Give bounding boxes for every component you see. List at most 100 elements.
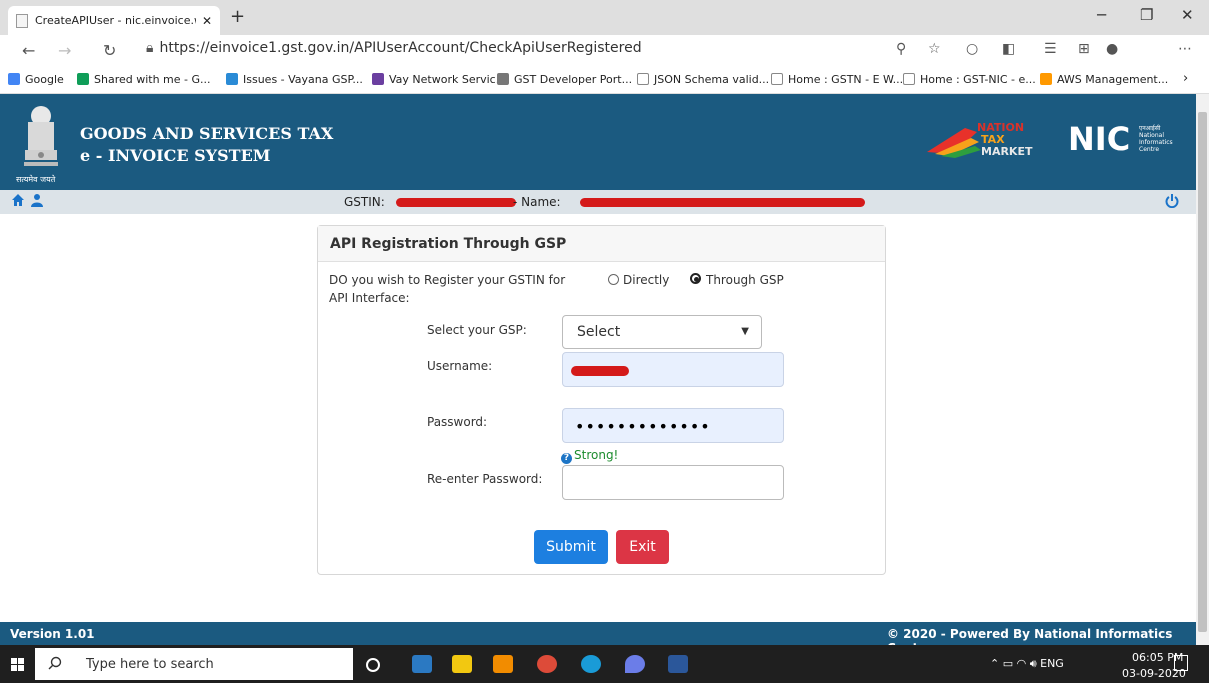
name-label: - Name: [513,195,561,209]
close-window-icon[interactable]: ✕ [1181,6,1194,24]
site-header: सत्यमेव जयते GOODS AND SERVICES TAX e - … [0,94,1196,190]
bookmark-google[interactable]: Google [8,73,64,86]
radio-through-gsp-label[interactable]: Through GSP [706,273,784,287]
register-question: DO you wish to Register your GSTIN for [329,273,566,287]
bookmark-gst-nic[interactable]: Home : GST-NIC - e... [903,73,1036,86]
taskbar-search-box[interactable]: Type here to search [35,648,353,680]
extension-icon-2[interactable]: ◧ [1002,41,1015,57]
system-tray[interactable]: ⌃ ▭ ◠ 🔊︎ ENG [990,657,1064,671]
gsp-select[interactable]: Select ▼ [562,315,762,349]
restore-icon[interactable]: ❐ [1140,6,1153,24]
app-icon-1[interactable] [412,655,432,673]
address-field[interactable]: 🔒︎ https://einvoice1.gst.gov.in/APIUserAc… [146,40,642,56]
url-text: https://einvoice1.gst.gov.in/APIUserAcco… [159,40,642,56]
panel-header: API Registration Through GSP [318,226,885,262]
bookmark-gst-developer[interactable]: GST Developer Port... [497,73,632,86]
radio-directly-label[interactable]: Directly [623,273,669,287]
svg-text:MARKET: MARKET [981,145,1033,158]
file-explorer-icon[interactable] [452,655,472,673]
home-icon[interactable] [11,193,25,207]
back-icon[interactable]: ← [22,41,35,60]
lock-icon: 🔒︎ [146,40,154,56]
password-value: ••••••••••••• [575,417,711,436]
radio-directly[interactable] [608,274,619,285]
close-tab-icon[interactable]: ✕ [202,14,212,28]
exit-button[interactable]: Exit [616,530,669,564]
collections-icon[interactable]: ⊞ [1078,41,1090,57]
name-redaction [580,198,865,207]
chevron-down-icon: ▼ [741,326,749,337]
refresh-icon[interactable]: ↻ [103,41,116,60]
site-subtitle: e - INVOICE SYSTEM [80,146,271,165]
bookmark-json-schema[interactable]: JSON Schema valid... [637,73,769,86]
reenter-password-label: Re-enter Password: [427,472,543,486]
more-menu-icon[interactable]: ⋯ [1178,41,1192,57]
site-title: GOODS AND SERVICES TAX [80,124,334,143]
scrollbar-thumb[interactable] [1198,112,1207,632]
site-footer: Version 1.01 © 2020 - Powered By Nationa… [0,622,1196,655]
new-tab-icon[interactable]: + [230,6,245,27]
google-icon [8,73,20,85]
gstin-label: GSTIN: [344,195,385,209]
username-redaction [571,366,629,376]
password-field[interactable]: ••••••••••••• [562,408,784,443]
submit-button[interactable]: Submit [534,530,608,564]
search-placeholder: Type here to search [86,657,214,672]
key-icon[interactable]: ⚲ [896,41,906,57]
panel-title: API Registration Through GSP [330,236,567,252]
gst-portal-icon [497,73,509,85]
cortana-icon[interactable] [366,658,380,672]
browser-tab[interactable]: CreateAPIUser - nic.einvoice.web ✕ [8,6,220,35]
favorite-star-icon[interactable]: ☆ [928,41,941,57]
page-scrollbar[interactable] [1196,94,1209,645]
chrome-icon[interactable] [537,655,557,673]
bookmark-gstn-ew[interactable]: Home : GSTN - E W... [771,73,903,86]
favorites-icon[interactable]: ☰ [1044,41,1057,57]
page-icon [771,73,783,85]
password-strength: ? Strong! [561,448,618,464]
svg-text:National: National [1139,132,1164,139]
forward-icon[interactable]: → [58,41,71,60]
address-bar-row: ← → ↻ 🔒︎ https://einvoice1.gst.gov.in/API… [0,35,1209,65]
nic-logo: NIC एनआईसी National Informatics Centre [1068,120,1173,156]
jira-icon [226,73,238,85]
bookmarks-overflow-icon[interactable]: › [1183,71,1188,86]
radio-through-gsp[interactable] [690,273,701,284]
bookmark-shared-drive[interactable]: Shared with me - G... [77,73,211,86]
drive-icon [77,73,89,85]
password-strength-text: Strong! [574,448,619,462]
windows-start-icon[interactable] [11,658,24,671]
svg-text:Centre: Centre [1139,146,1159,153]
language-indicator[interactable]: ENG [1040,657,1064,670]
bookmark-aws[interactable]: AWS Management... [1040,73,1168,86]
edge-icon[interactable] [581,655,601,673]
word-icon[interactable] [668,655,688,673]
emblem-caption: सत्यमेव जयते [16,175,56,184]
reenter-password-field[interactable] [562,465,784,500]
app-drop-icon[interactable] [625,655,645,673]
sublime-icon[interactable] [493,655,513,673]
user-icon[interactable] [31,193,43,207]
password-label: Password: [427,415,488,429]
gsp-label: Select your GSP: [427,323,527,337]
logout-power-icon[interactable] [1165,193,1179,208]
bookmark-vayana-issues[interactable]: Issues - Vayana GSP... [226,73,363,86]
notification-icon[interactable] [1174,655,1188,671]
gstin-redaction [396,198,516,207]
username-label: Username: [427,359,493,373]
page-icon [637,73,649,85]
help-question-icon[interactable]: ? [561,453,572,464]
extension-icon[interactable]: ○ [966,41,978,57]
bookmarks-bar: Google Shared with me - G... Issues - Va… [0,65,1209,94]
username-field[interactable] [562,352,784,387]
page-icon [16,13,28,28]
bookmark-vay-network[interactable]: Vay Network Servic... [372,73,506,86]
version-text: Version 1.01 [10,627,95,641]
search-icon [48,656,62,670]
svg-text:Informatics: Informatics [1139,139,1173,146]
svg-text:एनआईसी: एनआईसी [1139,124,1161,132]
tab-title: CreateAPIUser - nic.einvoice.web [35,14,196,27]
profile-icon[interactable]: ● [1106,41,1118,57]
minimize-icon[interactable]: ─ [1097,6,1106,24]
slack-icon [372,73,384,85]
